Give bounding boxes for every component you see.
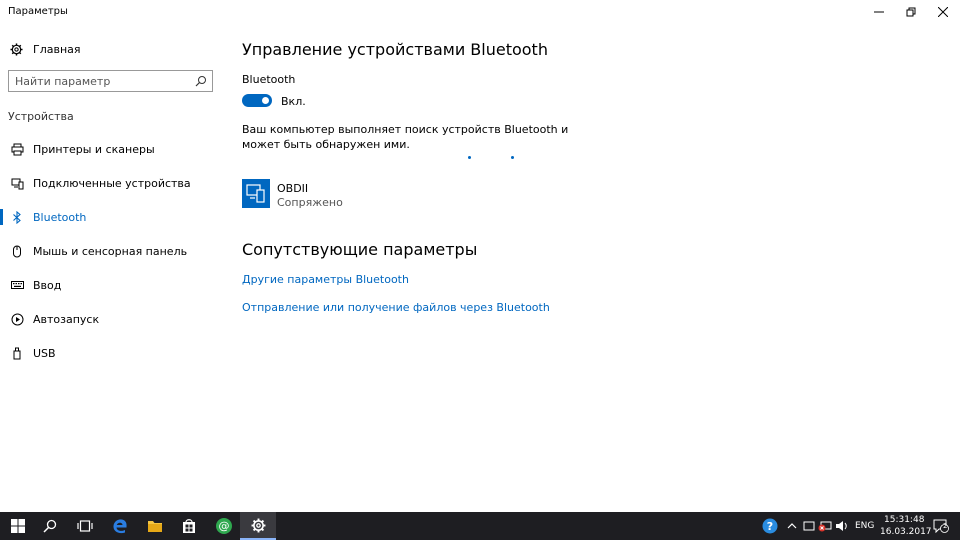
edge-icon xyxy=(113,519,127,534)
keyboard-icon xyxy=(10,281,24,289)
search-status-text: Ваш компьютер выполняет поиск устройств … xyxy=(242,123,569,151)
search-icon xyxy=(43,519,57,533)
toggle-state-label: Вкл. xyxy=(281,95,306,108)
section-label: Устройства xyxy=(8,110,74,123)
bluetooth-toggle[interactable] xyxy=(242,94,272,107)
progress-dot xyxy=(468,156,471,159)
autoplay-icon xyxy=(11,313,23,325)
sidebar-item-connected-devices[interactable]: Подключенные устройства xyxy=(0,170,224,196)
restore-button[interactable] xyxy=(896,0,926,24)
at-sign-icon: @ xyxy=(216,518,232,534)
related-settings-title: Сопутствующие параметры xyxy=(242,240,478,259)
notification-count: 2 xyxy=(943,522,948,530)
task-view-button[interactable] xyxy=(67,512,103,540)
link-more-bluetooth-options[interactable]: Другие параметры Bluetooth xyxy=(242,273,409,286)
usb-icon xyxy=(13,347,21,359)
store-button[interactable] xyxy=(171,512,207,540)
window-title: Параметры xyxy=(8,6,68,17)
tray-app-button[interactable] xyxy=(801,512,817,540)
toggle-knob xyxy=(262,97,269,104)
sidebar-item-label: Автозапуск xyxy=(33,312,100,326)
close-button[interactable] xyxy=(928,0,958,24)
speaker-icon xyxy=(836,521,847,531)
page-title: Управление устройствами Bluetooth xyxy=(242,40,548,59)
device-status: Сопряжено xyxy=(277,196,343,209)
folder-icon xyxy=(148,521,162,532)
search-icon[interactable] xyxy=(195,75,207,87)
mouse-icon xyxy=(13,245,21,257)
home-button[interactable]: Главная xyxy=(10,40,81,58)
clock-date[interactable]: 16.03.2017 xyxy=(880,527,932,537)
help-icon: ? xyxy=(762,518,778,534)
bluetooth-device-icon xyxy=(242,179,270,208)
mail-agent-button[interactable]: @ xyxy=(206,512,242,540)
title-bar: Параметры xyxy=(0,0,960,24)
progress-dot xyxy=(511,156,514,159)
network-error-icon xyxy=(818,521,832,532)
sidebar-item-label: USB xyxy=(33,346,56,360)
sidebar-item-label: Ввод xyxy=(33,278,62,292)
bluetooth-icon xyxy=(13,210,21,224)
file-explorer-button[interactable] xyxy=(137,512,173,540)
restore-icon xyxy=(906,7,916,17)
sidebar-item-label: Принтеры и сканеры xyxy=(33,142,155,156)
settings-taskbar-button[interactable] xyxy=(240,512,276,540)
tray-app-icon xyxy=(803,521,815,531)
bluetooth-label: Bluetooth xyxy=(242,73,296,86)
sidebar-item-bluetooth[interactable]: Bluetooth xyxy=(0,204,224,230)
sidebar-item-mouse[interactable]: Мышь и сенсорная панель xyxy=(0,238,224,264)
language-indicator[interactable]: ENG xyxy=(855,521,874,531)
show-hidden-icons-button[interactable] xyxy=(784,512,800,540)
home-label: Главная xyxy=(33,42,81,56)
start-button[interactable] xyxy=(0,512,36,540)
sidebar-item-input[interactable]: Ввод xyxy=(0,272,224,298)
action-center-button[interactable]: 2 xyxy=(926,512,956,540)
search-box[interactable] xyxy=(8,70,213,92)
link-send-receive-files[interactable]: Отправление или получение файлов через B… xyxy=(242,301,550,314)
clock-time[interactable]: 15:31:48 xyxy=(884,515,924,525)
sidebar-item-autoplay[interactable]: Автозапуск xyxy=(0,306,224,332)
sidebar-item-printers[interactable]: Принтеры и сканеры xyxy=(0,136,224,162)
search-input[interactable] xyxy=(15,73,195,89)
windows-icon xyxy=(11,519,25,533)
sidebar-item-usb[interactable]: USB xyxy=(0,340,224,366)
store-icon xyxy=(183,519,195,533)
gear-icon xyxy=(10,42,23,56)
sidebar: Главная Устройства Принтеры и сканеры По… xyxy=(0,24,224,512)
volume-button[interactable] xyxy=(834,512,850,540)
devices-icon xyxy=(11,178,23,189)
sidebar-item-label: Bluetooth xyxy=(33,210,87,224)
minimize-button[interactable] xyxy=(864,0,894,24)
svg-text:?: ? xyxy=(767,520,773,533)
minimize-icon xyxy=(874,11,884,13)
gear-icon xyxy=(251,518,265,532)
printer-icon xyxy=(11,143,23,155)
network-status-button[interactable] xyxy=(817,512,833,540)
task-view-icon xyxy=(77,520,93,532)
main-content: Управление устройствами Bluetooth Blueto… xyxy=(242,24,942,504)
svg-text:@: @ xyxy=(219,520,230,533)
device-name: OBDII xyxy=(277,182,309,195)
sidebar-item-label: Мышь и сенсорная панель xyxy=(33,244,188,258)
sidebar-item-label: Подключенные устройства xyxy=(33,176,191,190)
edge-button[interactable] xyxy=(102,512,138,540)
search-button[interactable] xyxy=(32,512,68,540)
chevron-up-icon xyxy=(787,523,797,529)
close-icon xyxy=(938,7,948,17)
taskbar: @ ? ENG 15:31:48 16.03.2017 2 xyxy=(0,512,960,540)
help-tray-button[interactable]: ? xyxy=(754,512,786,540)
